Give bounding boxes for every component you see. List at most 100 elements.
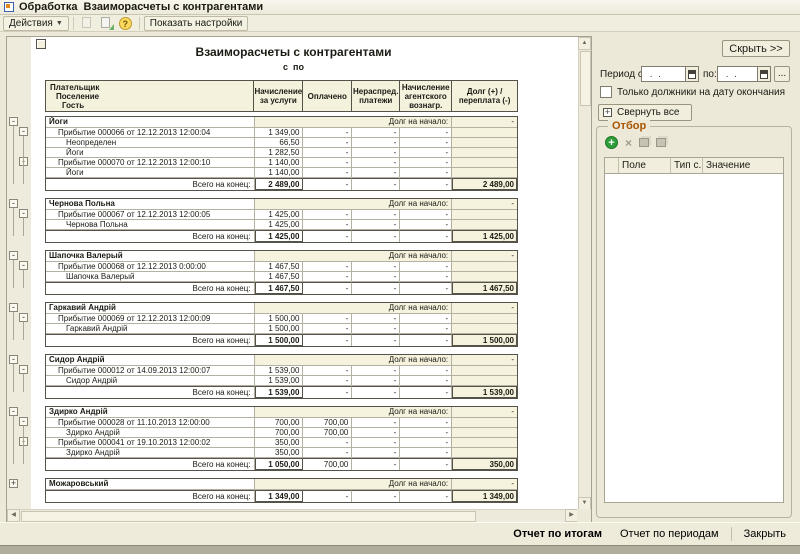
copy-filter-icon[interactable]: [639, 138, 649, 147]
total-value-cell: 2 489,00: [452, 178, 517, 190]
group-collapse-toggle[interactable]: -: [19, 209, 28, 218]
group-collapse-toggle[interactable]: -: [9, 407, 18, 416]
tree-connector-line: [13, 312, 14, 340]
total-value-cell: 1 500,00: [452, 334, 517, 346]
value-cell: -: [303, 314, 352, 324]
close-button[interactable]: Закрыть: [738, 526, 792, 542]
row-label-cell: Гаркавий Андрій: [46, 324, 255, 334]
filter-table-body[interactable]: [605, 174, 783, 503]
value-cell: 700,00: [255, 428, 304, 438]
group-collapse-toggle[interactable]: -: [9, 117, 18, 126]
report-group: ЙогиДолг на начало:-Прибытие 000066 от 1…: [45, 116, 518, 191]
hide-settings-button[interactable]: Скрыть >>: [722, 40, 790, 57]
debt-cell: [452, 138, 517, 148]
value-cell: -: [303, 448, 352, 458]
row-label-cell: Прибытие 000066 от 12.12.2013 12:00:04: [46, 128, 255, 138]
group-collapse-toggle[interactable]: -: [9, 355, 18, 364]
hide-settings-label: Скрыть >>: [729, 43, 782, 55]
tree-connector-line: [23, 426, 24, 464]
filter-table[interactable]: Поле Тип с... Значение: [604, 157, 784, 503]
period-more-label: ...: [778, 69, 786, 79]
total-value-cell: -: [303, 334, 352, 346]
print-icon[interactable]: [80, 16, 95, 30]
group-name-cell: Можаровський: [46, 479, 255, 490]
total-label-cell: Всего на конец:: [46, 334, 255, 346]
tree-connector-line: [13, 364, 14, 392]
group-collapse-toggle[interactable]: -: [9, 251, 18, 260]
opening-balance-value: -: [452, 355, 517, 366]
export-icon[interactable]: [99, 16, 114, 30]
value-cell: 1 500,00: [255, 314, 304, 324]
row-label-cell: Йоги: [46, 168, 255, 178]
debt-cell: [452, 168, 517, 178]
report-by-periods-button[interactable]: Отчет по периодам: [614, 526, 725, 542]
delete-filter-icon[interactable]: ×: [625, 137, 632, 149]
horizontal-scrollbar[interactable]: ◀ ▶: [7, 509, 578, 522]
group-collapse-toggle[interactable]: -: [9, 199, 18, 208]
chevron-down-icon: ▼: [56, 20, 63, 27]
group-collapse-toggle[interactable]: -: [19, 313, 28, 322]
report-sheet: Взаиморасчеты с контрагентами с по Плате…: [7, 37, 578, 510]
group-collapse-toggle[interactable]: -: [19, 261, 28, 270]
group-total-row: Всего на конец:2 489,00---2 489,00: [46, 178, 517, 190]
calendar-icon[interactable]: [686, 66, 699, 82]
period-to-input[interactable]: [717, 66, 758, 82]
value-cell: 1 425,00: [255, 210, 304, 220]
report-row: Прибытие 000070 от 12.12.2013 12:00:101 …: [46, 158, 517, 168]
value-cell: -: [400, 428, 452, 438]
group-expand-toggle[interactable]: +: [9, 479, 18, 488]
paste-filter-icon[interactable]: [656, 138, 666, 147]
group-collapse-toggle[interactable]: -: [19, 127, 28, 136]
scroll-left-icon[interactable]: ◀: [7, 509, 20, 522]
calendar-icon[interactable]: [758, 66, 771, 82]
report-groups: ЙогиДолг на начало:-Прибытие 000066 от 1…: [7, 116, 578, 510]
group-collapse-toggle[interactable]: -: [9, 303, 18, 312]
tree-connector-line: [23, 270, 24, 288]
row-label-cell: Неопределен: [46, 138, 255, 148]
horizontal-scroll-thumb[interactable]: [21, 511, 476, 522]
debt-cell: [452, 148, 517, 158]
debt-cell: [452, 428, 517, 438]
report-group: Сидор АндрійДолг на начало:-Прибытие 000…: [45, 354, 518, 399]
report-viewport: Взаиморасчеты с контрагентами с по Плате…: [7, 37, 578, 510]
row-label-cell: Чернова Польна: [46, 220, 255, 230]
group-name-cell: Шапочка Валерый: [46, 251, 255, 262]
total-value-cell: 1 425,00: [452, 230, 517, 242]
group-collapse-toggle[interactable]: -: [19, 417, 28, 426]
period-more-button[interactable]: ...: [774, 66, 790, 82]
add-filter-icon[interactable]: +: [605, 136, 618, 149]
value-cell: -: [303, 438, 352, 448]
report-by-totals-button[interactable]: Отчет по итогам: [507, 526, 608, 542]
group-name-cell: Здирко Андрій: [46, 407, 255, 418]
vertical-scroll-thumb[interactable]: [580, 51, 591, 106]
value-cell: 350,00: [255, 448, 304, 458]
value-cell: 350,00: [255, 438, 304, 448]
total-value-cell: 350,00: [452, 458, 517, 470]
column-agent-fee: Начисление агентского вознагр.: [400, 81, 452, 111]
group-name-cell: Гаркавий Андрій: [46, 303, 255, 314]
report-column-header: Плательщик Поселение Гость Начисление за…: [45, 80, 518, 112]
show-settings-button[interactable]: Показать настройки: [144, 16, 249, 31]
value-cell: -: [303, 376, 352, 386]
only-debtors-checkbox[interactable]: [600, 86, 612, 98]
vertical-scrollbar[interactable]: ▲ ▼: [578, 37, 591, 510]
value-cell: -: [303, 220, 352, 230]
filter-use-column: [605, 158, 619, 173]
value-cell: -: [303, 128, 352, 138]
scroll-up-icon[interactable]: ▲: [578, 37, 591, 50]
sheet-corner-selector[interactable]: [36, 39, 46, 49]
value-cell: 700,00: [303, 418, 352, 428]
total-value-cell: 1 500,00: [255, 334, 304, 346]
report-row: Неопределен66,50---: [46, 138, 517, 148]
total-value-cell: -: [303, 230, 352, 242]
collapse-all-button[interactable]: + Свернуть все: [598, 104, 692, 121]
row-label-cell: Сидор Андрій: [46, 376, 255, 386]
period-from-input[interactable]: [641, 66, 686, 82]
toolbar-separator: [73, 17, 74, 30]
actions-menu-button[interactable]: Действия ▼: [3, 16, 69, 31]
report-row: Прибытие 000066 от 12.12.2013 12:00:041 …: [46, 128, 517, 138]
help-icon[interactable]: ?: [119, 17, 132, 30]
tree-connector-line: [13, 260, 14, 288]
debt-cell: [452, 220, 517, 230]
group-collapse-toggle[interactable]: -: [19, 365, 28, 374]
